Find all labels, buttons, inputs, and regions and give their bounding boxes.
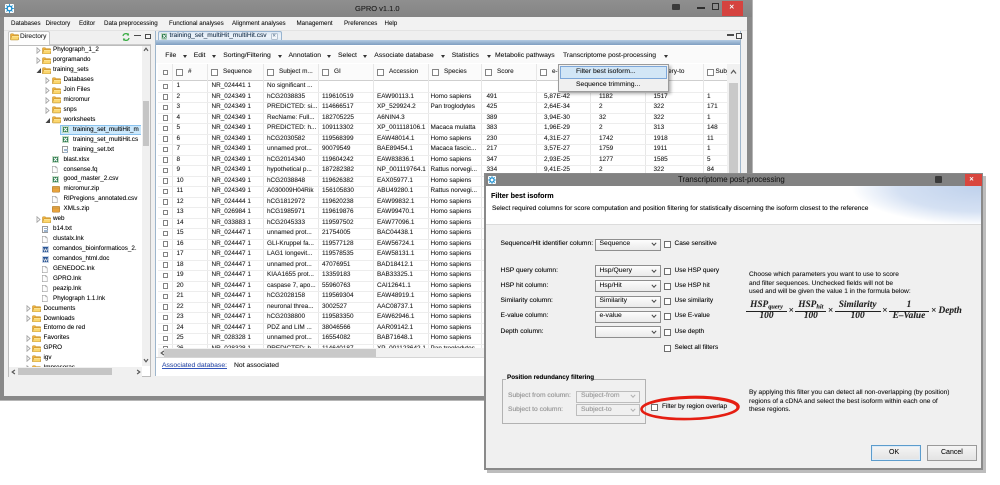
svg-text:W: W — [43, 257, 48, 263]
svg-text:W: W — [43, 247, 48, 253]
